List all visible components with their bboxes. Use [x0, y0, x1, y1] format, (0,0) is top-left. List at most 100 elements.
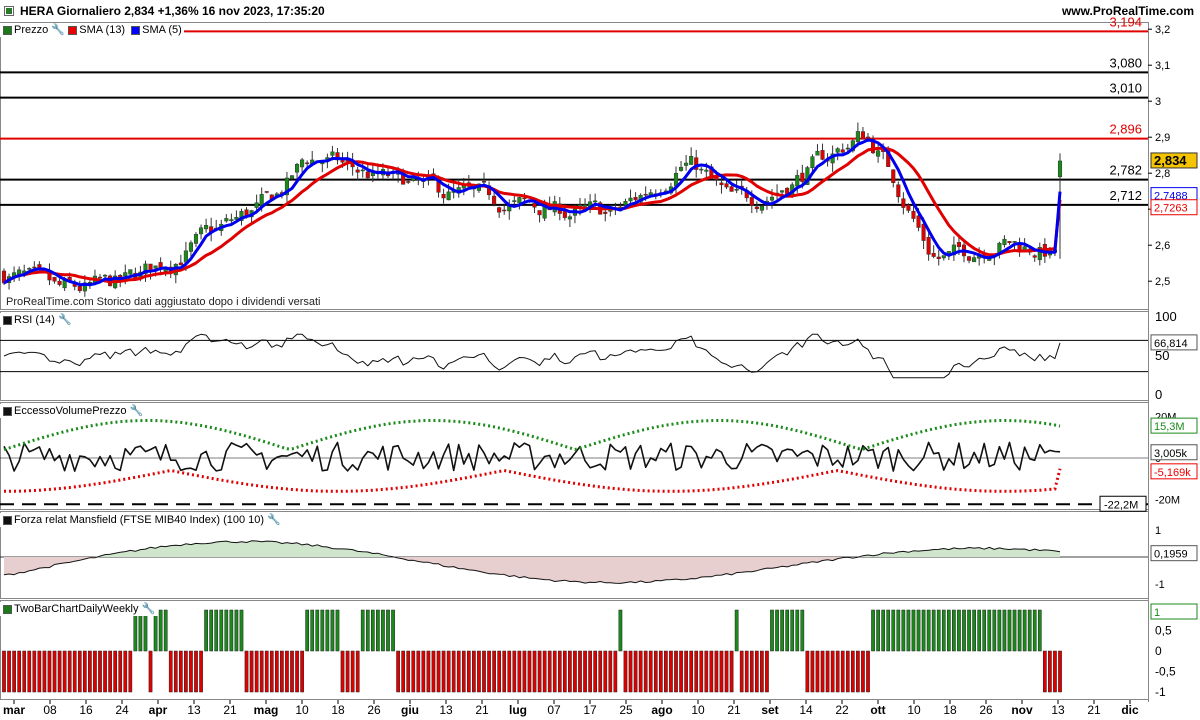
twobar-bar [992, 609, 997, 652]
window-icon[interactable] [4, 6, 14, 16]
volume-color-swatch[interactable] [3, 406, 12, 416]
twobar-bar [381, 609, 385, 652]
wrench-icon[interactable]: 🔧 [267, 514, 281, 526]
twobar-bar [456, 650, 461, 693]
candle-body [926, 236, 931, 255]
twobar-bar [517, 650, 522, 693]
twobar-bar [244, 650, 249, 693]
candle-body [537, 210, 542, 216]
twobar-bar [946, 609, 951, 652]
candle-body [780, 190, 785, 193]
candle-body [967, 256, 972, 261]
twobar-bar [441, 650, 446, 693]
rsi-color-swatch[interactable] [3, 315, 12, 325]
candle-body [517, 197, 522, 204]
twobar-bar [962, 609, 966, 652]
twobar-bar [512, 650, 517, 693]
wrench-icon[interactable]: 🔧 [51, 24, 65, 36]
time-axis-label: mar [3, 703, 25, 717]
candle-body [911, 210, 916, 219]
time-axis-label: ott [870, 703, 885, 717]
candle-body [921, 223, 926, 241]
time-axis-label: 26 [367, 703, 381, 717]
twobar-bar [143, 609, 148, 652]
twobar-bar [396, 650, 400, 693]
site-link[interactable]: www.ProRealTime.com [1062, 4, 1194, 18]
mansfield-axis-label: 1 [1155, 525, 1161, 537]
rsi-axis-label: 100 [1155, 309, 1177, 324]
twobar-bar [643, 650, 648, 693]
candle-body [931, 253, 936, 257]
candle-body [810, 156, 815, 168]
candle-body [860, 131, 865, 140]
twobar-bar [269, 650, 274, 693]
time-axis-label: lug [509, 703, 527, 717]
twobar-bar [785, 609, 790, 652]
time-axis-label: 10 [691, 703, 705, 717]
twobar-bar [2, 650, 6, 693]
twobar-bar [760, 650, 764, 693]
mansfield-color-swatch[interactable] [3, 515, 12, 525]
time-axis-label: 14 [799, 703, 813, 717]
candle-body [891, 169, 896, 183]
twobar-bar [709, 650, 714, 693]
price-axis-label: 3,2 [1155, 24, 1170, 36]
candle-body [97, 276, 103, 279]
candle-body [502, 209, 507, 212]
time-axis-label: 26 [979, 703, 993, 717]
twobar-bar [881, 609, 886, 652]
sma5-color-swatch[interactable] [131, 25, 141, 35]
twobar-bar [42, 650, 47, 693]
time-axis-label: set [761, 703, 778, 717]
candle-body [800, 172, 805, 182]
candle-body [820, 150, 825, 160]
candle-body [729, 186, 734, 192]
twobar-bar [1048, 650, 1052, 693]
candle-body [906, 204, 911, 211]
price-panel-label: Prezzo 🔧 SMA (13) SMA (5) [0, 23, 184, 37]
twobar-bar [987, 609, 992, 652]
price-label: Prezzo [14, 24, 49, 36]
twobar-bar [502, 650, 507, 693]
twobar-color-swatch[interactable] [3, 604, 12, 614]
twobar-bar [800, 609, 805, 652]
twobar-bar [431, 650, 436, 693]
hline-value-label: 2,782 [1109, 163, 1142, 178]
time-axis-label: 17 [583, 703, 597, 717]
twobar-bar [734, 609, 739, 652]
volume-value-tag: 3,005k [1154, 448, 1188, 460]
twobar-bar [426, 650, 431, 693]
wrench-icon[interactable]: 🔧 [142, 603, 156, 615]
chart-canvas[interactable]: 3,23,132,92,82,72,62,53,1943,0803,0102,8… [0, 0, 1200, 720]
wrench-icon[interactable]: 🔧 [58, 314, 72, 326]
twobar-bar [754, 650, 759, 693]
twobar-bar [613, 650, 618, 693]
panel-frame [0, 311, 1149, 401]
twobar-bar [507, 650, 512, 693]
candle-body [199, 227, 204, 235]
twobar-bar [224, 609, 229, 652]
price-color-swatch[interactable] [3, 25, 12, 35]
candle-body [1002, 238, 1007, 245]
wrench-icon[interactable]: 🔧 [130, 405, 144, 417]
candle-body [153, 265, 158, 269]
candle-body [289, 175, 295, 179]
candle-body [936, 256, 941, 259]
twobar-bar [370, 609, 375, 652]
title-bar: HERA Giornaliero 2,834 +1,36% 16 nov 202… [0, 0, 1200, 22]
twobar-bar [461, 650, 466, 693]
twobar-bar [952, 609, 956, 652]
time-axis-label: 21 [727, 703, 741, 717]
twobar-bar [664, 650, 668, 693]
candle-body [941, 255, 946, 259]
twobar-bar [1053, 650, 1057, 693]
sma13-color-swatch[interactable] [68, 25, 78, 35]
twobar-bar [82, 650, 87, 693]
twobar-bar [593, 650, 598, 693]
twobar-bar [704, 650, 709, 693]
twobar-bar [113, 650, 118, 693]
time-axis-label: 18 [331, 703, 345, 717]
twobar-bar [936, 609, 941, 652]
twobar-bar [365, 609, 370, 652]
candle-body [264, 191, 269, 193]
